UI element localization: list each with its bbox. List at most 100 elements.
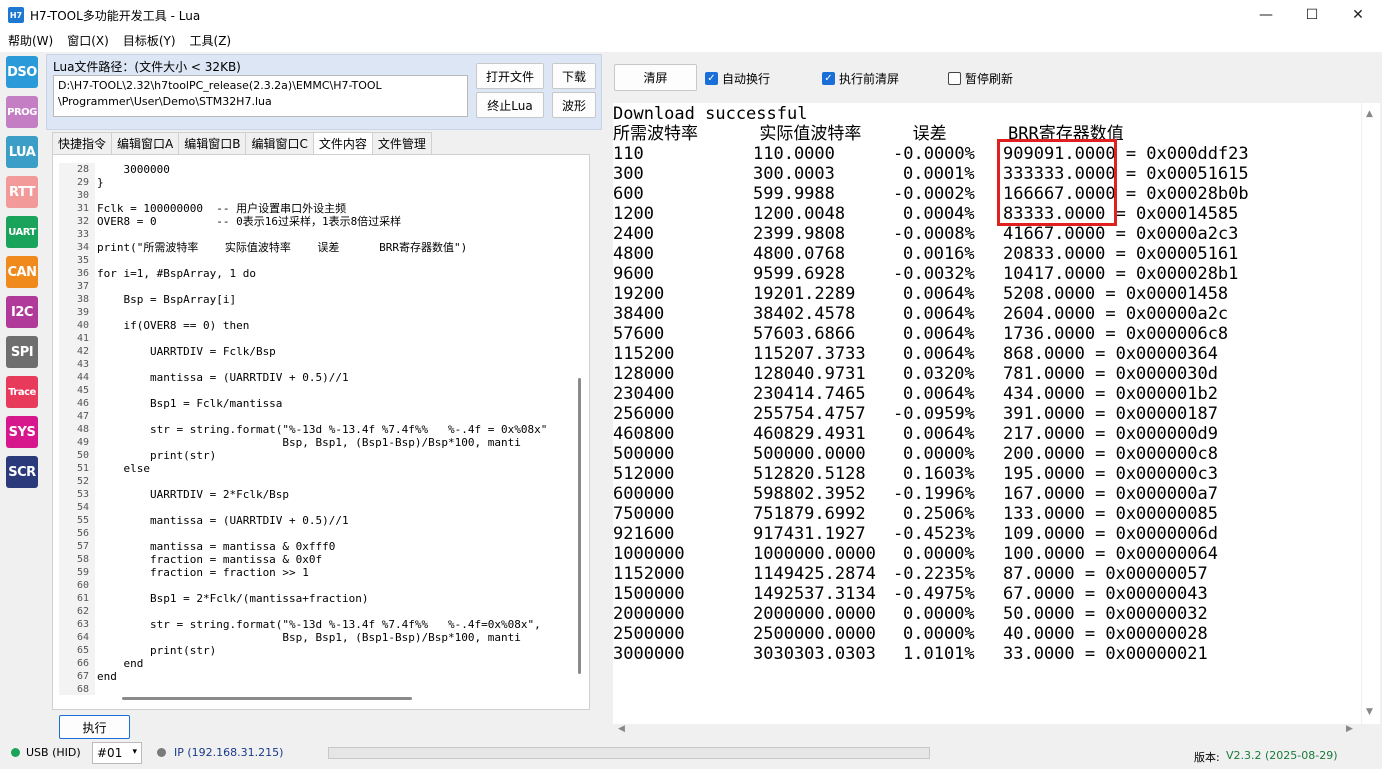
tab-file-manager[interactable]: 文件管理 (371, 132, 432, 154)
code-text: mantissa = (UARRTDIV + 0.5)//1 (97, 514, 349, 527)
tab-editor-c[interactable]: 编辑窗口C (245, 132, 314, 154)
tool-scr-button[interactable]: SCR (6, 456, 38, 488)
output-cell: 0.0064% (903, 284, 975, 304)
lua-path-field[interactable]: D:\H7-TOOL\2.32\h7toolPC_release(2.3.2a)… (53, 75, 468, 117)
tool-dso-button[interactable]: DSO (6, 56, 38, 88)
editor-vertical-scrollbar[interactable] (578, 378, 581, 674)
execute-button[interactable]: 执行 (59, 715, 130, 739)
output-cell: 868.0000 = 0x00000364 (1003, 344, 1218, 364)
chevron-down-icon: ▾ (132, 747, 137, 757)
code-editor[interactable]: 28 3000000 29} 30 31 Fclk = 100000000 -- 用户设… (59, 163, 574, 695)
output-cell: 2000000.0000 (753, 604, 876, 624)
tab-editor-a[interactable]: 编辑窗口A (111, 132, 180, 154)
output-cell: 0.0320% (903, 364, 975, 384)
scroll-down-icon[interactable]: ▼ (1366, 707, 1373, 717)
menu-help[interactable]: 帮助(W) (0, 30, 60, 52)
output-cell: 1200.0048 (753, 204, 846, 224)
line-number: 63 (76, 619, 89, 630)
tool-can-button[interactable]: CAN (6, 256, 38, 288)
output-cell: 20833.0000 = 0x00005161 (1003, 244, 1239, 264)
close-button[interactable]: ✕ (1335, 0, 1381, 30)
output-cell: 0.0000% (903, 444, 975, 464)
line-number: 32 (76, 216, 89, 227)
device-select-value: #01 (97, 746, 123, 760)
tool-uart-button[interactable]: UART (6, 216, 38, 248)
line-number: 47 (76, 411, 89, 422)
output-cell: 115207.3733 (753, 344, 866, 364)
clear-before-exec-checkbox[interactable]: ✓ 执行前清屏 (822, 70, 899, 87)
line-number: 38 (76, 294, 89, 305)
tool-prog-button[interactable]: PROG (6, 96, 38, 128)
output-cell: 38400 (613, 304, 665, 324)
code-text: if(OVER8 == 0) then (97, 319, 250, 332)
download-button[interactable]: 下载 (552, 63, 596, 89)
output-cell: 460829.4931 (753, 424, 866, 444)
open-file-button[interactable]: 打开文件 (476, 63, 544, 89)
device-select[interactable]: #01 ▾ (92, 742, 142, 764)
output-cell: 230400 (613, 384, 675, 404)
tool-i2c-button[interactable]: I2C (6, 296, 38, 328)
editor-tabs: 快捷指令 编辑窗口A 编辑窗口B 编辑窗口C 文件内容 文件管理 (52, 132, 432, 154)
editor-horizontal-scrollbar[interactable] (122, 697, 412, 700)
output-cell: 200.0000 = 0x000000c8 (1003, 444, 1218, 464)
output-cell: 0.1603% (903, 464, 975, 484)
line-number: 37 (76, 281, 89, 292)
line-number: 45 (76, 385, 89, 396)
output-cell: 33.0000 = 0x00000021 (1003, 644, 1208, 664)
tool-spi-button[interactable]: SPI (6, 336, 38, 368)
tab-editor-b[interactable]: 编辑窗口B (178, 132, 247, 154)
tab-file-content[interactable]: 文件内容 (312, 132, 373, 154)
output-cell: 230414.7465 (753, 384, 866, 404)
code-text: mantissa = mantissa & 0xfff0 (97, 540, 336, 553)
output-cell: 128040.9731 (753, 364, 866, 384)
auto-wrap-checkbox[interactable]: ✓ 自动换行 (705, 70, 770, 87)
tool-rtt-button[interactable]: RTT (6, 176, 38, 208)
tool-trace-button[interactable]: Trace (6, 376, 38, 408)
line-number: 41 (76, 333, 89, 344)
menu-tools[interactable]: 工具(Z) (183, 30, 239, 52)
maximize-button[interactable]: ☐ (1289, 0, 1335, 30)
tool-lua-button[interactable]: LUA (6, 136, 38, 168)
progress-bar (328, 747, 930, 759)
output-cell: 917431.1927 (753, 524, 866, 544)
tool-sys-button[interactable]: SYS (6, 416, 38, 448)
pause-refresh-checkbox[interactable]: 暂停刷新 (948, 70, 1013, 87)
output-cell: 41667.0000 = 0x0000a2c3 (1003, 224, 1239, 244)
tab-quick-commands[interactable]: 快捷指令 (52, 132, 113, 154)
waveform-button[interactable]: 波形 (552, 92, 596, 118)
output-cell: 38402.4578 (753, 304, 856, 324)
output-cell: 2400 (613, 224, 654, 244)
scroll-right-icon[interactable]: ▶ (1346, 724, 1353, 734)
output-cell: -0.0959% (893, 404, 975, 424)
scroll-up-icon[interactable]: ▲ (1366, 109, 1373, 119)
checkbox-checked-icon: ✓ (822, 72, 835, 85)
output-cell: 133.0000 = 0x00000085 (1003, 504, 1218, 524)
scroll-left-icon[interactable]: ◀ (618, 724, 625, 734)
clear-screen-button[interactable]: 清屏 (614, 64, 697, 91)
line-number: 53 (76, 489, 89, 500)
output-cell: 256000 (613, 404, 675, 424)
code-text: Bsp1 = Fclk/mantissa (97, 397, 283, 410)
code-text: str = string.format("%-13d %-13.4f %7.4f… (97, 618, 541, 631)
clear-before-exec-label: 执行前清屏 (839, 72, 900, 86)
version-value: V2.3.2 (2025-08-29) (1226, 749, 1338, 762)
stop-lua-button[interactable]: 终止Lua (476, 92, 544, 118)
line-number: 28 (76, 164, 89, 175)
menu-window[interactable]: 窗口(X) (60, 30, 116, 52)
output-cell: 1500000 (613, 584, 685, 604)
code-text: print(str) (97, 449, 217, 462)
output-cell: 1736.0000 = 0x000006c8 (1003, 324, 1229, 344)
highlight-box (997, 139, 1117, 226)
menu-target-board[interactable]: 目标板(Y) (116, 30, 183, 52)
minimize-button[interactable]: — (1243, 0, 1289, 30)
output-cell: 600000 (613, 484, 675, 504)
line-number: 39 (76, 307, 89, 318)
output-vertical-scrollbar[interactable]: ▲ ▼ (1362, 103, 1380, 724)
output-cell: 0.0064% (903, 344, 975, 364)
line-number: 52 (76, 476, 89, 487)
output-cell: 3000000 (613, 644, 685, 664)
code-text: } (97, 176, 104, 189)
output-cell: 1.0101% (903, 644, 975, 664)
output-console[interactable]: Download successful 所需波特率 实际值波特率 误差 BRR寄… (613, 103, 1361, 724)
code-text: str = string.format("%-13d %-13.4f %7.4f… (97, 423, 548, 436)
